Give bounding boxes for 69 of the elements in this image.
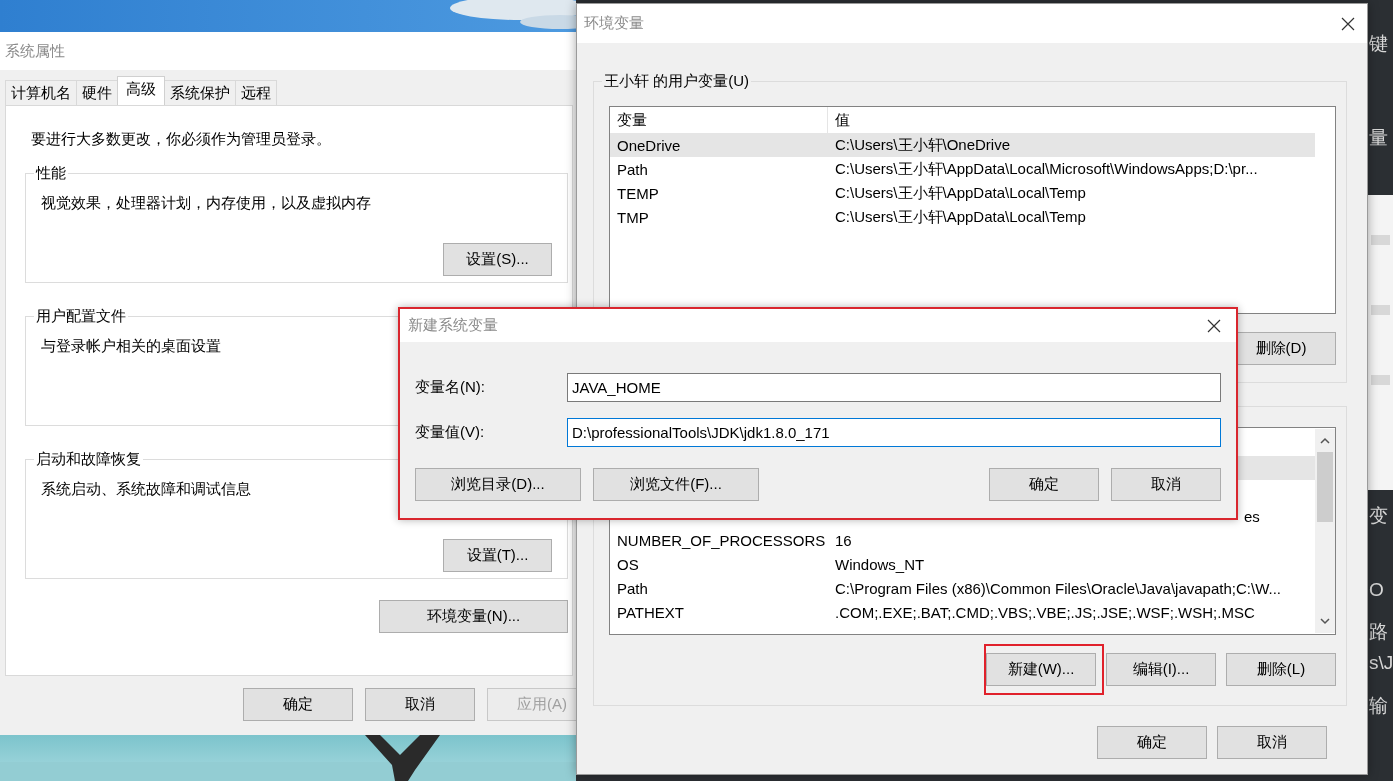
group-title: 性能	[34, 164, 68, 182]
button[interactable]: 确定	[243, 688, 353, 721]
list-row[interactable]: TEMP C:\Users\王小轩\AppData\Local\Temp	[610, 181, 1315, 205]
group-title: 王小轩 的用户变量(U)	[602, 72, 751, 90]
table-cell-text: 16	[834, 531, 852, 549]
button[interactable]: 浏览目录(D)...	[415, 468, 581, 501]
group-title: 用户配置文件	[34, 307, 128, 325]
table-cell-text: .COM;.EXE;.BAT;.CMD;.VBS;.VBE;.JS;.JSE;.WSF;.WSH;.MSC	[834, 603, 1255, 621]
close-icon[interactable]	[1207, 318, 1221, 333]
button[interactable]: 取消	[365, 688, 475, 721]
list-row[interactable]: Path C:\Users\王小轩\AppData\Local\Microsoft\WindowsApps;D:\pr...	[610, 157, 1315, 181]
table-cell-text: TEMP	[616, 184, 660, 202]
table-cell-text: C:\Program Files (x86)\Common Files\Oracle\Java\javapath;C:\W...	[834, 579, 1281, 597]
group-description: 视觉效果，处理器计划，内存使用，以及虚拟内存	[41, 194, 371, 213]
list-row[interactable]: OS Windows_NT	[610, 552, 1315, 576]
notice-text: 要进行大多数更改，你必须作为管理员登录。	[31, 130, 332, 149]
text-fragment: s\J	[1368, 651, 1393, 675]
text-fragment: O	[1368, 578, 1385, 602]
group-description: 系统启动、系统故障和调试信息	[41, 480, 251, 499]
button[interactable]: 设置(T)...	[443, 539, 552, 572]
button[interactable]: 取消	[1217, 726, 1327, 759]
table-cell-text: C:\Users\王小轩\AppData\Local\Temp	[834, 207, 1086, 227]
table-cell-text: es	[1243, 507, 1260, 525]
tab[interactable]: 计算机名	[5, 80, 77, 105]
window-title: 环境变量	[584, 14, 644, 33]
list-row[interactable]: PATHEXT .COM;.EXE;.BAT;.CMD;.VBS;.VBE;.JS;.JSE;.WSF;.WSH;.MSC	[610, 600, 1315, 624]
text-fragment: 量	[1368, 126, 1389, 150]
list-row[interactable]: Path C:\Program Files (x86)\Common Files\Oracle\Java\javapath;C:\W...	[610, 576, 1315, 600]
list-row[interactable]: NUMBER_OF_PROCESSORS 16	[610, 528, 1315, 552]
button[interactable]: 编辑(I)...	[1106, 653, 1216, 686]
button[interactable]: 确定	[1097, 726, 1207, 759]
text-fragment: 键	[1368, 32, 1389, 56]
list-row[interactable]: OneDrive C:\Users\王小轩\OneDrive	[610, 133, 1315, 157]
column-header[interactable]: 值	[828, 107, 850, 133]
list-row[interactable]: TMP C:\Users\王小轩\AppData\Local\Temp	[610, 205, 1315, 229]
tab[interactable]: 高级	[117, 76, 165, 105]
table-cell-text: PATHEXT	[616, 603, 685, 621]
button[interactable]: 确定	[989, 468, 1099, 501]
table-cell-text: OneDrive	[616, 136, 682, 154]
table-cell-text: Path	[616, 160, 649, 178]
text-fragment: 路	[1368, 620, 1389, 644]
window-title: 新建系统变量	[408, 316, 498, 335]
table-cell-text: C:\Users\王小轩\AppData\Local\Microsoft\WindowsApps;D:\pr...	[834, 159, 1258, 179]
button[interactable]: 环境变量(N)...	[379, 600, 568, 633]
close-icon[interactable]	[1341, 16, 1355, 31]
list-view[interactable]: 变量 值 OneDrive C:\Users\王小轩\OneDrive Path C:\Users\王小轩\AppData\Local\Microsoft\WindowsApps;D:\pr... TEMP C:\Users\王小轩\AppData\Local\Temp TMP C:\Users\王小轩\AppData\Local\Temp	[609, 106, 1336, 314]
table-cell-text: TMP	[616, 208, 650, 226]
field-label: 变量值(V):	[415, 423, 486, 442]
table-cell-text: Windows_NT	[834, 555, 925, 573]
table-cell-text: Path	[616, 579, 649, 597]
group-description: 与登录帐户相关的桌面设置	[41, 337, 221, 356]
button[interactable]: 删除(L)	[1226, 653, 1336, 686]
field-label: 变量名(N):	[415, 378, 486, 397]
group-title: 启动和故障恢复	[34, 450, 143, 468]
table-cell-text: C:\Users\王小轩\OneDrive	[834, 135, 1011, 155]
text-fragment: 变	[1368, 504, 1389, 528]
tab[interactable]: 远程	[235, 80, 277, 105]
table-cell-text: C:\Users\王小轩\AppData\Local\Temp	[834, 183, 1086, 203]
text-fragment: 输	[1368, 694, 1389, 718]
scrollbar[interactable]	[1315, 428, 1335, 634]
button[interactable]: 浏览文件(F)...	[593, 468, 759, 501]
table-cell-text: OS	[616, 555, 640, 573]
table-cell-text: NUMBER_OF_PROCESSORS	[616, 531, 827, 549]
button[interactable]: 新建(W)...	[986, 653, 1096, 686]
input-field[interactable]: JAVA_HOME	[567, 373, 1221, 402]
input-field[interactable]: D:\professionalTools\JDK\jdk1.8.0_171	[567, 418, 1221, 447]
button[interactable]: 设置(S)...	[443, 243, 552, 276]
window-title: 系统属性	[5, 41, 65, 61]
button[interactable]: 取消	[1111, 468, 1221, 501]
